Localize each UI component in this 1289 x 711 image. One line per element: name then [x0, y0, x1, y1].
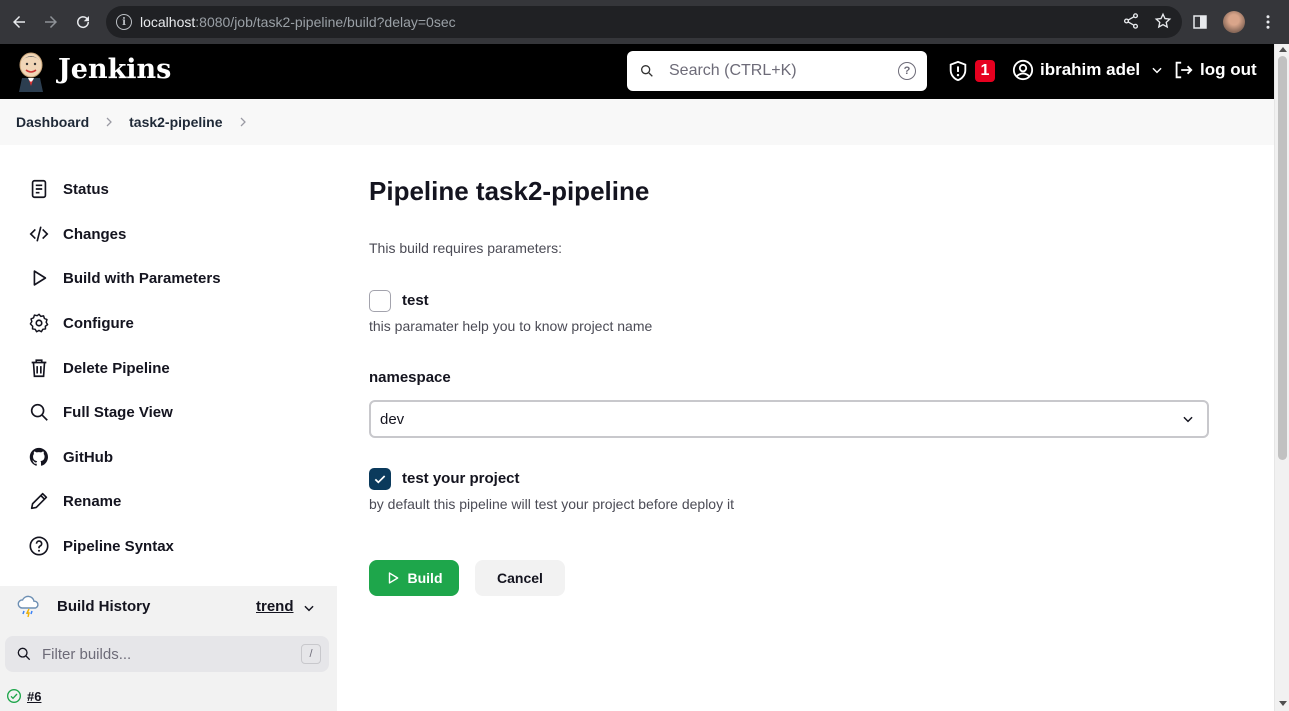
user-menu[interactable]: ibrahim adel [1012, 59, 1170, 81]
sidebar-item-label: Build with Parameters [63, 269, 221, 287]
help-icon [29, 536, 49, 556]
scroll-up-arrow[interactable] [1279, 47, 1287, 52]
build-number-link[interactable]: #6 [27, 689, 41, 704]
profile-avatar[interactable] [1223, 11, 1245, 33]
gear-icon [29, 313, 49, 333]
cancel-button[interactable]: Cancel [475, 560, 565, 596]
build-button-label: Build [407, 570, 443, 586]
sidebar-item-github[interactable]: GitHub [28, 446, 113, 468]
scrollbar-thumb[interactable] [1278, 56, 1287, 460]
jenkins-brand[interactable]: Jenkins [58, 54, 171, 85]
github-icon [29, 447, 48, 466]
sidebar-item-full-stage-view[interactable]: Full Stage View [28, 401, 173, 423]
url-text[interactable]: localhost:8080/job/task2-pipeline/build?… [140, 14, 456, 30]
test-description: this paramater help you to know project … [369, 318, 653, 334]
user-icon [1012, 59, 1034, 81]
sidebar-item-delete-pipeline[interactable]: Delete Pipeline [28, 357, 170, 379]
chevron-right-icon[interactable] [237, 116, 249, 128]
sidebar-item-label: GitHub [63, 448, 113, 466]
star-icon[interactable] [1154, 12, 1172, 30]
menu-icon[interactable] [1259, 13, 1277, 31]
sidebar-item-label: Pipeline Syntax [63, 537, 174, 555]
main-content: Pipeline task2-pipeline This build requi… [369, 145, 1209, 711]
chevron-down-icon[interactable] [302, 601, 316, 615]
jenkins-logo-icon[interactable] [16, 52, 46, 92]
build-history-row[interactable]: #6 [6, 688, 41, 704]
page-title: Pipeline task2-pipeline [369, 176, 650, 206]
filter-shortcut-key: / [301, 644, 321, 664]
build-history-title: Build History [57, 598, 151, 615]
user-name[interactable]: ibrahim adel [1040, 60, 1140, 80]
trash-icon [31, 359, 47, 378]
cancel-button-label: Cancel [497, 570, 543, 586]
sidebar-item-label: Full Stage View [63, 403, 173, 421]
breadcrumb-dashboard[interactable]: Dashboard [16, 114, 89, 130]
chevron-down-icon[interactable] [1150, 63, 1164, 77]
scroll-down-arrow[interactable] [1279, 701, 1287, 706]
search-icon [641, 65, 653, 77]
search-icon [17, 647, 31, 661]
test-project-checkbox[interactable] [369, 468, 391, 490]
sidebar-item-build-with-parameters[interactable]: Build with Parameters [28, 267, 221, 289]
breadcrumb: Dashboard task2-pipeline [0, 99, 1274, 145]
code-icon [29, 226, 49, 242]
address-bar[interactable]: i localhost:8080/job/task2-pipeline/buil… [106, 6, 1182, 38]
search-help-icon[interactable]: ? [898, 62, 916, 80]
security-count-badge[interactable]: 1 [975, 60, 995, 82]
site-info-icon[interactable]: i [116, 14, 132, 30]
sidebar: Status Changes Build with Parameters Con… [0, 145, 337, 711]
build-history-header: Build History trend [0, 586, 337, 628]
logout-label[interactable]: log out [1200, 60, 1257, 80]
build-history-panel: / [0, 628, 337, 711]
sidebar-item-changes[interactable]: Changes [28, 223, 126, 245]
sidebar-item-label: Status [63, 180, 109, 198]
sidebar-item-configure[interactable]: Configure [28, 312, 134, 334]
success-check-icon [7, 689, 21, 703]
sidebar-item-label: Delete Pipeline [63, 359, 170, 377]
parameters-subtitle: This build requires parameters: [369, 240, 562, 256]
namespace-select[interactable]: dev [369, 400, 1209, 438]
test-checkbox-label[interactable]: test [402, 292, 429, 309]
filter-builds-input[interactable] [42, 645, 282, 663]
build-button[interactable]: Build [369, 560, 459, 596]
search-box[interactable]: ? [627, 51, 927, 91]
page-scrollbar[interactable] [1274, 44, 1289, 711]
play-icon [33, 270, 47, 286]
sidebar-item-label: Configure [63, 314, 134, 332]
breadcrumb-job[interactable]: task2-pipeline [129, 114, 222, 130]
back-icon[interactable] [3, 6, 35, 38]
sidepanel-icon[interactable] [1191, 13, 1209, 31]
share-icon[interactable] [1122, 12, 1140, 30]
search-icon [30, 403, 48, 421]
test-checkbox[interactable] [369, 290, 391, 312]
chevron-right-icon [106, 117, 113, 127]
chevron-down-icon [1183, 416, 1193, 423]
test-project-label[interactable]: test your project [402, 470, 520, 487]
logout-link[interactable]: log out [1172, 59, 1257, 81]
document-icon [31, 179, 47, 199]
search-input[interactable] [669, 62, 879, 80]
check-icon [374, 475, 386, 484]
forward-icon[interactable] [35, 6, 67, 38]
logout-icon [1175, 61, 1193, 79]
browser-toolbar: i localhost:8080/job/task2-pipeline/buil… [0, 0, 1289, 44]
sidebar-item-label: Changes [63, 225, 127, 243]
play-icon [388, 572, 398, 584]
sidebar-item-status[interactable]: Status [28, 178, 109, 200]
test-project-description: by default this pipeline will test your … [369, 496, 734, 512]
sidebar-item-pipeline-syntax[interactable]: Pipeline Syntax [28, 535, 174, 557]
weather-cloud-icon [17, 595, 39, 618]
sidebar-item-label: Rename [63, 492, 122, 510]
namespace-label: namespace [369, 369, 451, 386]
namespace-selected-value: dev [380, 410, 405, 428]
pencil-icon [30, 492, 48, 510]
security-shield-icon[interactable] [947, 60, 969, 82]
filter-builds-box[interactable]: / [5, 636, 329, 672]
reload-icon[interactable] [67, 6, 99, 38]
sidebar-item-rename[interactable]: Rename [28, 490, 121, 512]
jenkins-header: Jenkins ? 1 ibrahim adel log out [0, 44, 1274, 99]
trend-link[interactable]: trend [256, 598, 294, 615]
